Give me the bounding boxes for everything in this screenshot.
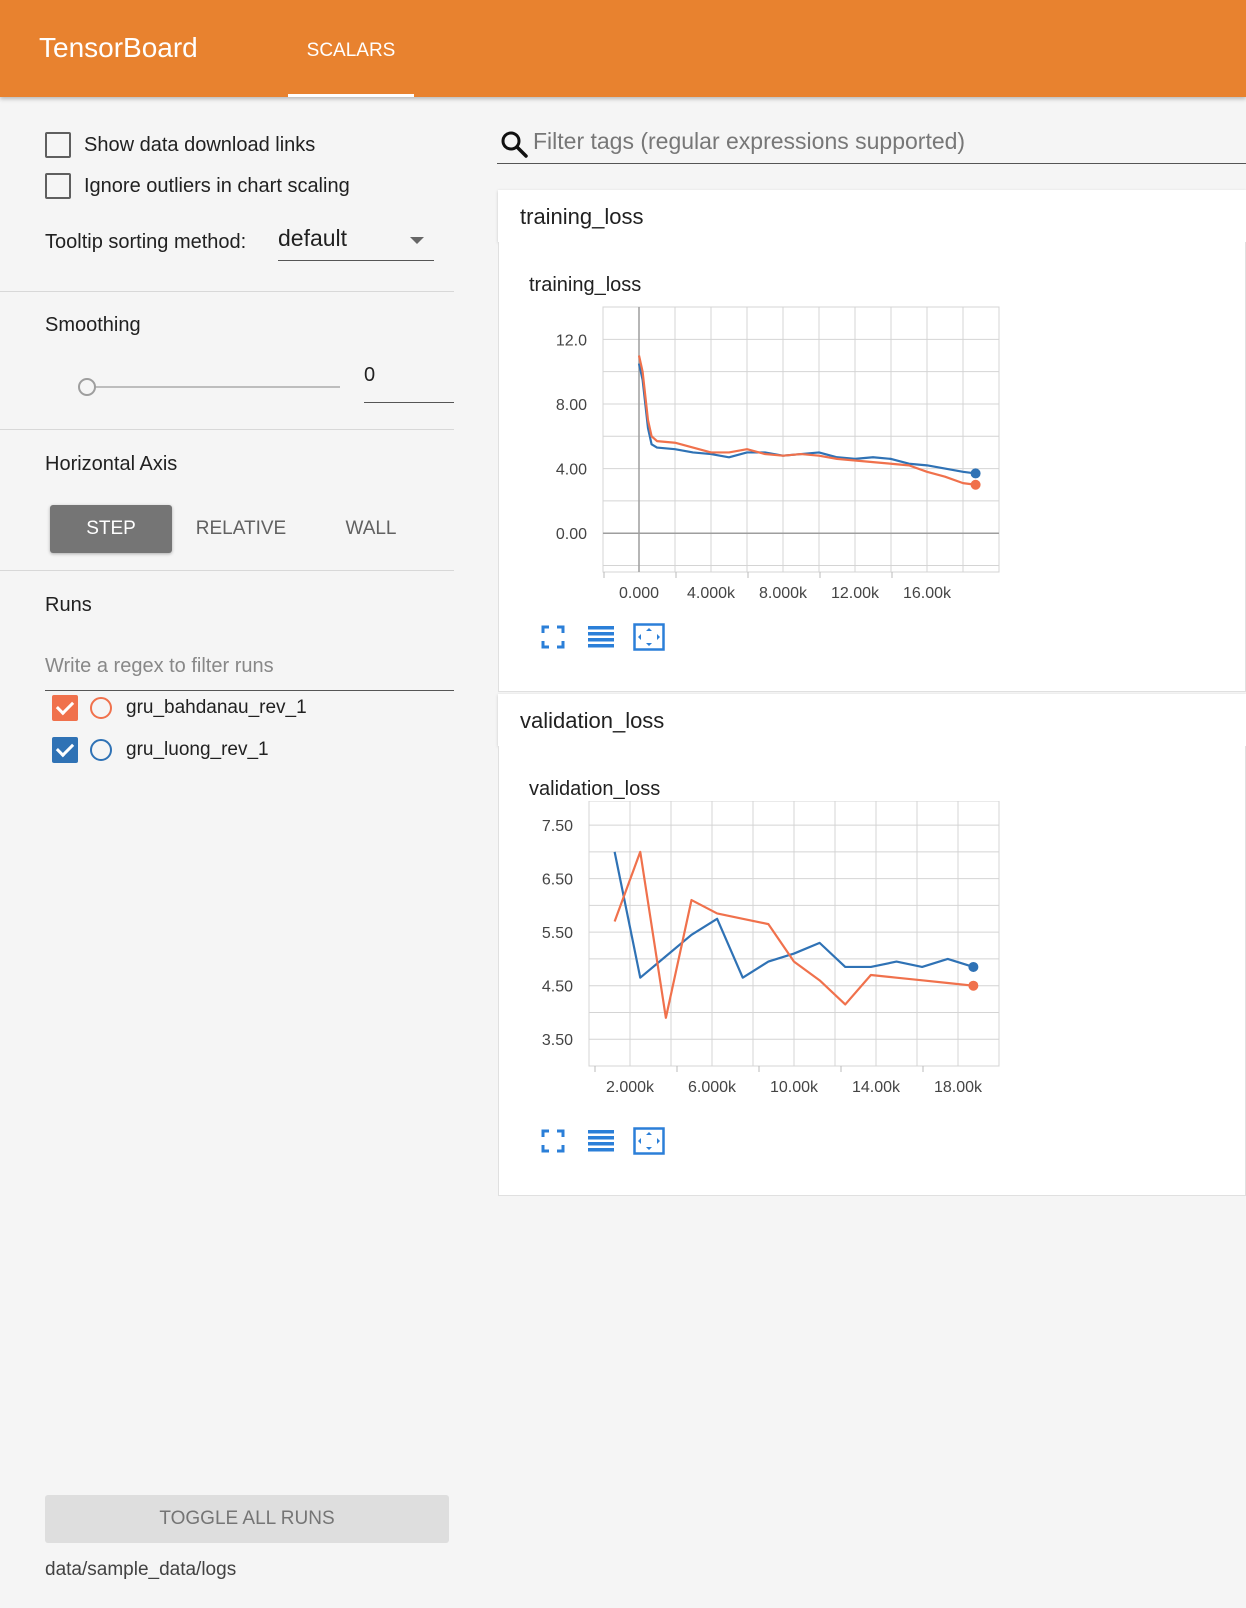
- tooltip-sorting-value: default: [278, 225, 348, 251]
- grid: [588, 801, 1000, 1072]
- x-tick-label: 14.00k: [852, 1079, 901, 1096]
- series-endpoint-gru_bahdanau_rev_1: [970, 479, 981, 490]
- divider: [0, 429, 454, 430]
- run-color-circle: [90, 739, 112, 761]
- runs-filter-input[interactable]: Write a regex to filter runs: [45, 649, 454, 691]
- chart-card-validation-loss: validation_loss 2.000k 6.000k 10.00k 14.00k…: [498, 746, 1246, 1196]
- run-color-circle: [90, 697, 112, 719]
- show-download-links-checkbox[interactable]: [45, 132, 71, 158]
- chart-title: training_loss: [529, 274, 642, 296]
- y-tick-label: 7.50: [542, 818, 573, 835]
- show-download-links-option[interactable]: Show data download links: [45, 132, 315, 158]
- tag-filter-input[interactable]: Filter tags (regular expressions support…: [533, 128, 965, 155]
- toggle-all-runs-button[interactable]: TOGGLE ALL RUNS: [45, 1495, 449, 1543]
- search-icon: [501, 131, 528, 158]
- x-tick-label: 12.00k: [831, 585, 880, 602]
- ignore-outliers-option[interactable]: Ignore outliers in chart scaling: [45, 173, 350, 199]
- run-item[interactable]: gru_bahdanau_rev_1: [52, 695, 307, 721]
- run-checkbox[interactable]: [52, 695, 78, 721]
- smoothing-slider-knob[interactable]: [78, 378, 96, 396]
- category-header-validation-loss[interactable]: validation_loss: [498, 694, 1246, 746]
- x-tick-label: 8.000k: [759, 585, 808, 602]
- fit-domain-icon[interactable]: [633, 1127, 665, 1155]
- series-line-gru_luong_rev_1: [637, 363, 976, 475]
- x-tick-label: 10.00k: [770, 1079, 819, 1096]
- x-tick-label: 6.000k: [688, 1079, 737, 1096]
- divider: [0, 291, 454, 292]
- axis-wall-button[interactable]: WALL: [310, 505, 432, 553]
- fullscreen-icon[interactable]: [541, 625, 565, 649]
- horizontal-axis-title: Horizontal Axis: [45, 453, 178, 475]
- y-tick-label: 0.00: [556, 526, 587, 543]
- axis-step-button[interactable]: STEP: [50, 505, 172, 553]
- tooltip-sorting-label: Tooltip sorting method:: [45, 231, 247, 253]
- chart-card-training-loss: training_loss 0.000 4.000k 8.000k 12.00k 16.…: [498, 242, 1246, 692]
- y-tick-label: 6.50: [542, 872, 573, 889]
- smoothing-input[interactable]: 0: [364, 359, 454, 403]
- show-download-links-label: Show data download links: [84, 133, 316, 156]
- axis-relative-button[interactable]: RELATIVE: [180, 505, 302, 553]
- divider: [0, 570, 454, 571]
- top-bar: TensorBoard SCALARS: [0, 0, 1246, 97]
- plot-border: [602, 306, 1000, 573]
- category-header-training-loss[interactable]: training_loss: [498, 190, 1246, 242]
- log-scale-icon[interactable]: [587, 1129, 615, 1153]
- series-endpoint-gru_bahdanau_rev_1: [968, 980, 979, 991]
- smoothing-title: Smoothing: [45, 314, 141, 336]
- x-tick-label: 16.00k: [903, 585, 952, 602]
- app-title: TensorBoard: [39, 32, 198, 63]
- runs-title: Runs: [45, 594, 92, 616]
- run-checkbox[interactable]: [52, 737, 78, 763]
- x-tick-label: 18.00k: [934, 1079, 983, 1096]
- y-tick-label: 4.50: [542, 979, 573, 996]
- run-name: gru_bahdanau_rev_1: [126, 697, 307, 718]
- x-tick-label: 0.000: [619, 585, 659, 602]
- tooltip-sorting-select[interactable]: default: [278, 219, 434, 261]
- fullscreen-icon[interactable]: [541, 1129, 565, 1153]
- log-scale-icon[interactable]: [587, 625, 615, 649]
- y-tick-label: 4.00: [556, 462, 587, 479]
- tag-filter[interactable]: Filter tags (regular expressions support…: [497, 122, 1246, 164]
- y-tick-label: 3.50: [542, 1032, 573, 1049]
- training-loss-chart[interactable]: 0.000 4.000k 8.000k 12.00k 16.00k 0.00 4.00 8.0…: [499, 297, 1246, 667]
- run-item[interactable]: gru_luong_rev_1: [52, 737, 269, 763]
- y-tick-label: 8.00: [556, 397, 587, 414]
- x-tick-label: 4.000k: [687, 585, 736, 602]
- validation-loss-chart[interactable]: 2.000k 6.000k 10.00k 14.00k 18.00k 3.50 4.50 5.…: [499, 801, 1246, 1171]
- tab-scalars[interactable]: SCALARS: [288, 0, 414, 97]
- smoothing-slider-track[interactable]: [88, 386, 340, 388]
- x-tick-label: 2.000k: [606, 1079, 655, 1096]
- ignore-outliers-label: Ignore outliers in chart scaling: [84, 174, 350, 197]
- sidebar: Show data download links Ignore outliers…: [0, 97, 454, 1608]
- run-name: gru_luong_rev_1: [126, 739, 269, 760]
- log-directory: data/sample_data/logs: [45, 1559, 237, 1580]
- series-endpoint-gru_luong_rev_1: [970, 468, 981, 479]
- y-tick-label: 12.0: [556, 332, 587, 349]
- fit-domain-icon[interactable]: [633, 623, 665, 651]
- caret-down-icon: [410, 237, 424, 244]
- chart-title: validation_loss: [529, 778, 661, 800]
- ignore-outliers-checkbox[interactable]: [45, 173, 71, 199]
- series-endpoint-gru_luong_rev_1: [968, 961, 979, 972]
- y-tick-label: 5.50: [542, 925, 573, 942]
